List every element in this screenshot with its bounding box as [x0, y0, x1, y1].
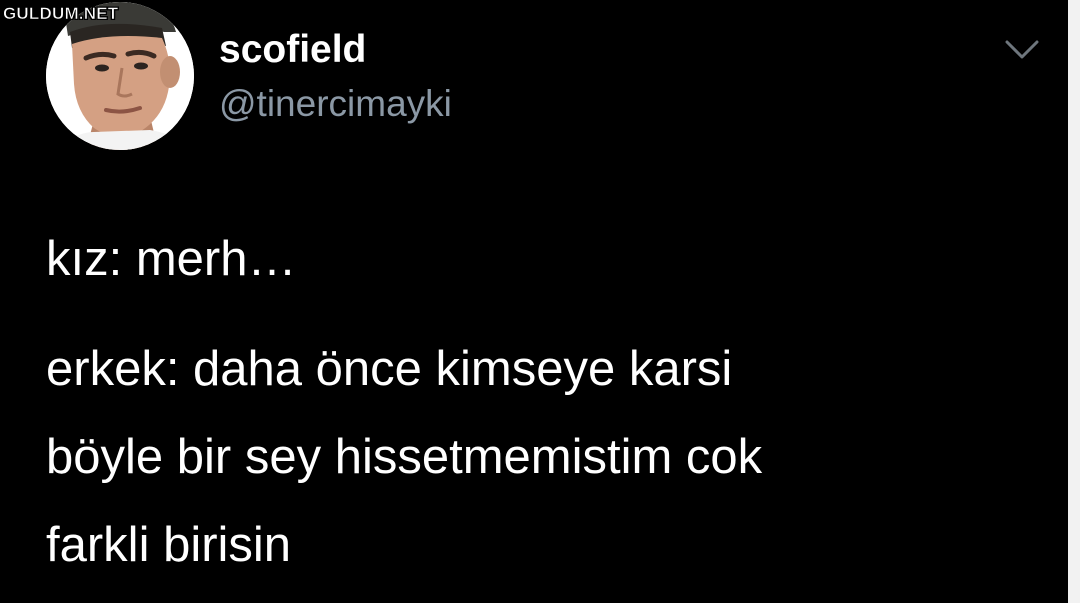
tweet-line: böyle bir sey hissetmemistim cok — [46, 430, 763, 484]
avatar[interactable] — [46, 2, 194, 150]
profile-photo — [46, 2, 194, 150]
site-watermark: GULDUM.NET — [3, 4, 119, 24]
tweet-line: farkli birisin — [46, 518, 292, 572]
author-handle[interactable]: @tinercimayki — [219, 82, 452, 126]
screen-edge — [1068, 0, 1080, 603]
author-display-name[interactable]: scofield — [219, 28, 366, 72]
tweet-screenshot: GULDUM.NET scofield @tinercimayki kız: m… — [0, 0, 1080, 603]
tweet-line: kız: merh… — [46, 232, 297, 286]
chevron-down-icon[interactable] — [1004, 38, 1040, 64]
tweet-line: erkek: daha önce kimseye karsi — [46, 342, 733, 396]
